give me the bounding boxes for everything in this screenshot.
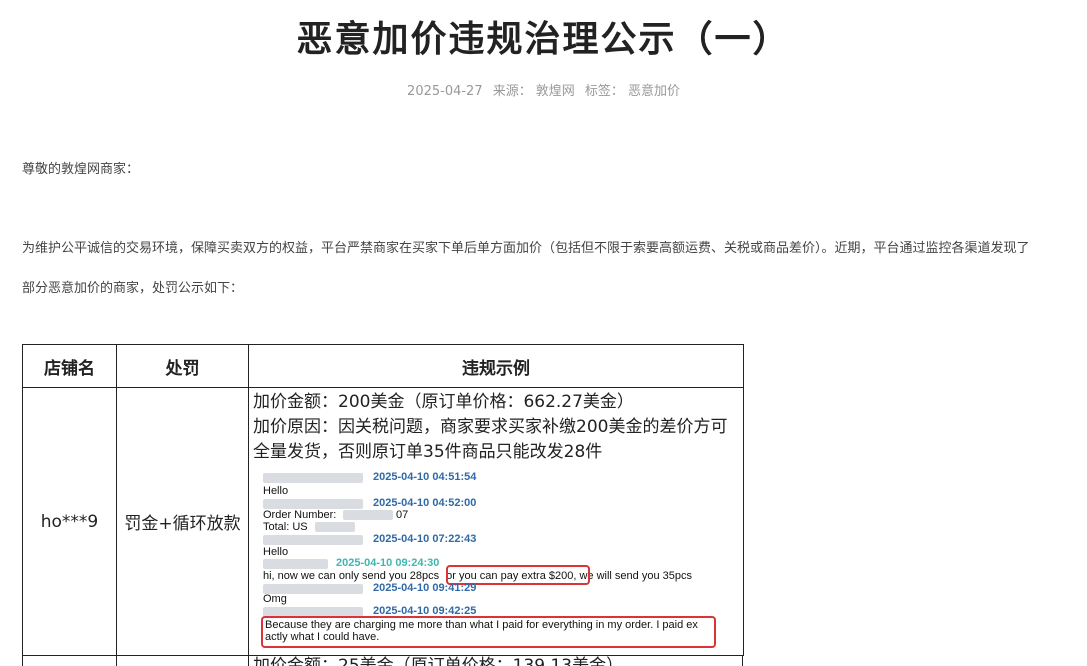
- penalty-table: 店铺名 处罚 违规示例 ho***9 罚金+循环放款 加价金额：200美金（原订…: [22, 344, 744, 656]
- greeting: 尊敬的敦煌网商家：: [22, 162, 140, 177]
- intro-paragraph-line2: 部分恶意加价的商家，处罚公示如下：: [22, 281, 244, 296]
- redacted-avatar: [263, 499, 363, 509]
- chat-timestamp: 2025-04-10 04:52:00: [373, 497, 477, 509]
- table-header-row: 店铺名 处罚 违规示例: [22, 344, 744, 388]
- publish-date: 2025-04-27: [407, 84, 483, 99]
- penalty-text: 罚金+循环放款: [116, 387, 249, 656]
- article-title: 恶意加价违规治理公示（一）: [296, 19, 791, 60]
- redacted-avatar: [263, 535, 363, 545]
- chat-text: hi, now we can only send you 28pcs: [263, 570, 440, 582]
- chat-message: 07: [396, 509, 409, 521]
- cell-border: [248, 655, 249, 666]
- article-meta: 2025-04-27 来源： 敦煌网 标签： 恶意加价: [0, 80, 1087, 99]
- example-cell: 加价金额：200美金（原订单价格：662.27美金） 加价原因：因关税问题，商家…: [248, 387, 744, 656]
- header-shop: 店铺名: [22, 344, 117, 388]
- tags-label: 标签：: [584, 84, 624, 99]
- chat-message: Hello: [263, 485, 289, 497]
- table-row: ho***9 罚金+循环放款 加价金额：200美金（原订单价格：662.27美金…: [22, 387, 744, 656]
- chat-timestamp: 2025-04-10 04:51:54: [373, 471, 477, 483]
- chat-timestamp: 2025-04-10 09:24:30: [336, 557, 440, 569]
- chat-timestamp: 2025-04-10 09:41:29: [373, 582, 477, 594]
- cell-border: [116, 655, 117, 666]
- example-line: 加价金额：25美金（原订单价格：139.13美金）: [253, 656, 624, 666]
- chat-message: Order Number:: [263, 509, 337, 521]
- cell-border: [22, 655, 23, 666]
- redacted-total: [315, 522, 355, 532]
- shop-name: ho***9: [22, 387, 117, 656]
- source-label: 来源：: [492, 84, 532, 99]
- highlight-box: [261, 616, 716, 648]
- table-row-partial: 加价金额：25美金（原订单价格：139.13美金）: [22, 655, 743, 666]
- intro-paragraph-line1: 为维护公平诚信的交易环境，保障买卖双方的权益，平台严禁商家在买家下单后单方面加价…: [22, 241, 1030, 256]
- source-link[interactable]: 敦煌网: [536, 84, 575, 99]
- cell-border: [742, 655, 743, 666]
- redacted-order-number: [343, 510, 393, 520]
- tag-link[interactable]: 恶意加价: [628, 84, 680, 99]
- header-example: 违规示例: [248, 344, 744, 388]
- example-line: 全量发货，否则原订单35件商品只能改发28件: [253, 442, 603, 462]
- chat-message: Total: US: [263, 521, 308, 533]
- redacted-avatar: [263, 473, 363, 483]
- example-line: 加价原因：因关税问题，商家要求买家补缴200美金的差价方可: [253, 417, 728, 437]
- redacted-avatar: [263, 559, 328, 569]
- chat-text: we will send you 35pcs: [579, 570, 692, 582]
- chat-message: Omg: [263, 593, 287, 605]
- example-line: 加价金额：200美金（原订单价格：662.27美金）: [253, 392, 634, 412]
- chat-message: Hello: [263, 546, 289, 558]
- chat-timestamp: 2025-04-10 07:22:43: [373, 533, 477, 545]
- header-penalty: 处罚: [116, 344, 249, 388]
- chat-screenshot: 2025-04-10 04:51:54 Hello 2025-04-10 04:…: [261, 471, 718, 651]
